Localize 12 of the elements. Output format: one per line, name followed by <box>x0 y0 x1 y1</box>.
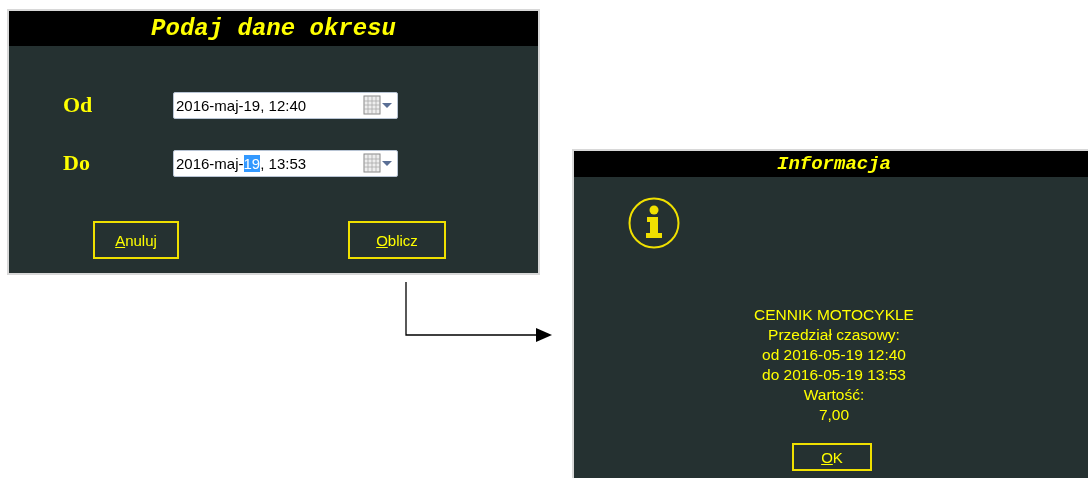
ok-button[interactable]: OK <box>792 443 872 471</box>
dialog-title: Podaj dane okresu <box>151 15 396 42</box>
dialog-button[interactable]: Anuluj <box>93 221 179 259</box>
date-time-field[interactable]: 2016-maj-19, 13:53 <box>173 149 398 177</box>
field-label: Do <box>62 150 91 176</box>
dialog-title: Informacja <box>777 153 891 175</box>
calendar-dropdown-icon[interactable] <box>363 153 393 173</box>
info-icon <box>628 197 680 249</box>
date-time-field[interactable]: 2016-maj-19, 12:40 <box>173 91 398 119</box>
field-label: Od <box>62 92 94 118</box>
dialog-button[interactable]: Oblicz <box>348 221 446 259</box>
calendar-dropdown-icon[interactable] <box>363 95 393 115</box>
